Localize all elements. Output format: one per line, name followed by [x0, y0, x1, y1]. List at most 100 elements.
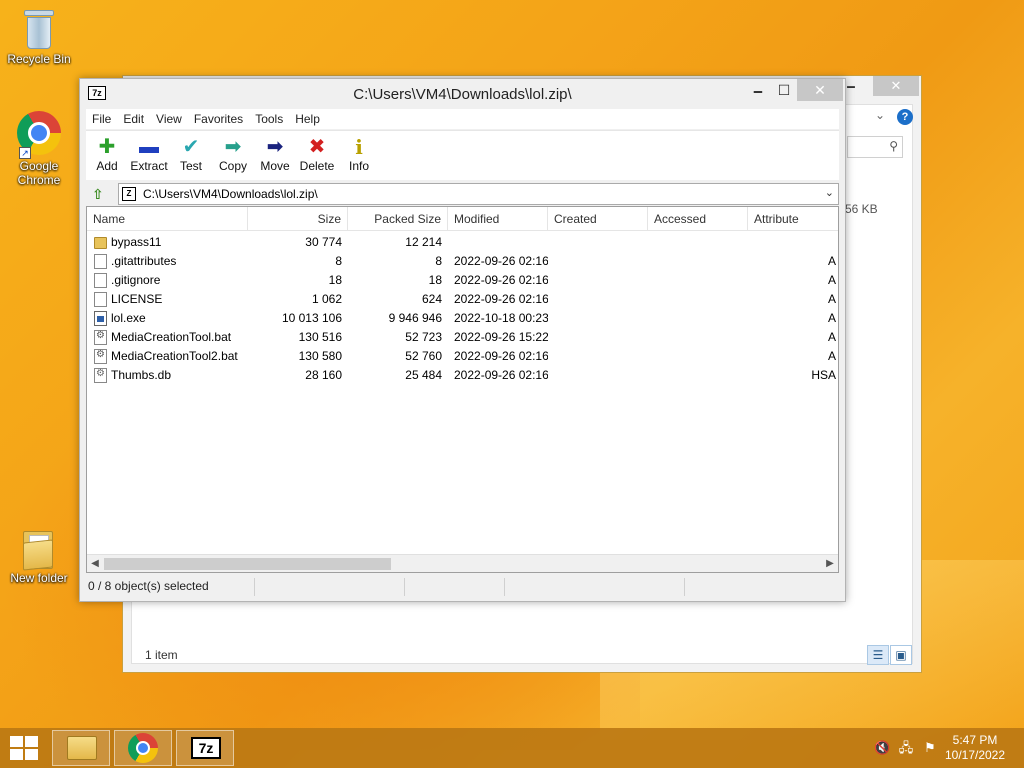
horizontal-scrollbar[interactable]: ◀ ▶	[87, 554, 838, 572]
file-size: 8	[335, 254, 342, 268]
file-packed-size: 52 723	[405, 330, 442, 344]
chevron-down-icon[interactable]: ⌄	[875, 108, 885, 122]
test-label: Test	[179, 159, 202, 173]
details-view-button[interactable]: ☰	[867, 645, 889, 665]
file-icon	[94, 292, 107, 307]
extract-button[interactable]: ▬ Extract	[126, 135, 172, 173]
menu-favorites[interactable]: Favorites	[188, 109, 249, 129]
minus-icon: ▬	[139, 136, 159, 158]
file-size: 28 160	[305, 368, 342, 382]
file-packed-size: 12 214	[405, 235, 442, 249]
file-modified: 2022-09-26 02:16	[454, 273, 548, 287]
menu-edit[interactable]: Edit	[117, 109, 150, 129]
window-title: C:\Users\VM4\Downloads\lol.zip\	[353, 86, 572, 103]
column-name[interactable]: Name	[87, 207, 248, 231]
clock-time: 5:47 PM	[952, 733, 998, 747]
file-packed-size: 624	[421, 292, 442, 306]
minimize-button[interactable]: 🗕	[745, 79, 771, 101]
taskbar-7zip[interactable]: 7z	[176, 730, 234, 766]
chevron-down-icon[interactable]: ⌄	[825, 186, 834, 199]
delete-label: Delete	[299, 159, 335, 173]
file-packed-size: 52 760	[405, 349, 442, 363]
column-modified[interactable]: Modified	[448, 207, 548, 231]
menu-help[interactable]: Help	[289, 109, 326, 129]
file-attributes	[748, 233, 836, 252]
scroll-thumb[interactable]	[104, 558, 391, 570]
table-row[interactable]: Thumbs.db 28 160 25 484 2022-09-26 02:16 HSA	[87, 366, 838, 385]
column-created[interactable]: Created	[548, 207, 648, 231]
file-attributes: A	[827, 330, 836, 344]
desktop-icon-new-folder[interactable]: New folder	[1, 527, 77, 585]
table-row[interactable]: bypass11 30 774 12 214	[87, 233, 838, 252]
table-row[interactable]: .gitattributes 8 8 2022-09-26 02:16 A	[87, 252, 838, 271]
desktop-icon-google-chrome[interactable]: ↗ Google Chrome	[1, 111, 77, 187]
system-clock[interactable]: 5:47 PM 10/17/2022	[940, 733, 1010, 763]
maximize-button[interactable]: ☐	[771, 79, 797, 101]
explorer-search-box[interactable]: ⚲	[847, 136, 903, 158]
column-packed-size[interactable]: Packed Size	[348, 207, 448, 231]
desktop-icon-recycle-bin[interactable]: Recycle Bin	[1, 8, 77, 66]
add-label: Add	[96, 159, 118, 173]
table-row[interactable]: MediaCreationTool2.bat 130 580 52 760 2022-…	[87, 347, 838, 366]
column-size[interactable]: Size	[248, 207, 348, 231]
file-modified: 2022-09-26 02:16	[454, 368, 548, 382]
copy-label: Copy	[218, 159, 247, 173]
check-icon: ✔	[182, 136, 200, 158]
recycle-bin-icon	[22, 8, 56, 52]
info-button[interactable]: i Info	[336, 135, 382, 173]
close-button[interactable]: ✕	[797, 79, 843, 101]
column-accessed[interactable]: Accessed	[648, 207, 748, 231]
table-row[interactable]: lol.exe 10 013 106 9 946 946 2022-10-18 00:…	[87, 309, 838, 328]
start-button[interactable]	[10, 736, 38, 760]
file-list: Name Size Packed Size Modified Created A…	[86, 206, 839, 573]
file-explorer-icon	[67, 736, 97, 760]
table-row[interactable]: .gitignore 18 18 2022-09-26 02:16 A	[87, 271, 838, 290]
shortcut-arrow-icon: ↗	[19, 147, 31, 159]
file-size: 130 580	[298, 349, 342, 363]
title-bar[interactable]: 7z C:\Users\VM4\Downloads\lol.zip\ 🗕 ☐ ✕	[80, 79, 845, 109]
network-icon[interactable]: 🖧	[898, 740, 914, 756]
file-attributes: A	[827, 311, 836, 325]
move-button[interactable]: ➡ Move	[252, 135, 298, 173]
explorer-close-button[interactable]: ✕	[873, 76, 919, 96]
move-arrow-icon: ➡	[266, 136, 284, 158]
file-name: MediaCreationTool2.bat	[111, 349, 238, 363]
table-row[interactable]: LICENSE 1 062 624 2022-09-26 02:16 A	[87, 290, 838, 309]
file-attributes: A	[827, 349, 836, 363]
desktop-icon-label: Recycle Bin	[7, 52, 71, 66]
menu-tools[interactable]: Tools	[249, 109, 289, 129]
batch-file-icon	[94, 330, 107, 345]
folder-up-icon[interactable]: ⇧	[92, 186, 108, 202]
help-icon[interactable]: ?	[897, 109, 913, 125]
address-input[interactable]: Z C:\Users\VM4\Downloads\lol.zip\ ⌄	[118, 183, 839, 205]
scroll-right-icon[interactable]: ▶	[822, 555, 838, 572]
add-button[interactable]: ✚ Add	[84, 135, 130, 173]
database-file-icon	[94, 368, 107, 383]
file-attributes: A	[827, 254, 836, 268]
file-attributes: HSA	[811, 368, 836, 382]
delete-button[interactable]: ✖ Delete	[294, 135, 340, 173]
file-size: 130 516	[298, 330, 342, 344]
copy-button[interactable]: ➡ Copy	[210, 135, 256, 173]
large-icons-view-button[interactable]: ▣	[890, 645, 912, 665]
file-name: MediaCreationTool.bat	[111, 330, 232, 344]
file-name: .gitignore	[111, 273, 161, 287]
file-packed-size: 9 946 946	[388, 311, 442, 325]
address-path: C:\Users\VM4\Downloads\lol.zip\	[143, 187, 318, 201]
desktop-icon-label: New folder	[10, 571, 68, 585]
file-icon	[94, 254, 107, 269]
menu-file[interactable]: File	[86, 109, 117, 129]
action-center-flag-icon[interactable]: ⚑	[922, 740, 938, 756]
scroll-left-icon[interactable]: ◀	[87, 555, 103, 572]
chrome-icon	[128, 733, 158, 763]
menu-view[interactable]: View	[150, 109, 188, 129]
column-attributes[interactable]: Attribute	[748, 207, 838, 231]
taskbar-file-explorer[interactable]	[52, 730, 110, 766]
table-row[interactable]: MediaCreationTool.bat 130 516 52 723 2022-0…	[87, 328, 838, 347]
taskbar-chrome[interactable]	[114, 730, 172, 766]
status-bar: 0 / 8 object(s) selected	[86, 576, 839, 598]
speaker-muted-icon[interactable]: 🔇	[874, 740, 890, 756]
test-button[interactable]: ✔ Test	[168, 135, 214, 173]
selection-status: 0 / 8 object(s) selected	[88, 579, 209, 593]
file-icon	[94, 273, 107, 288]
